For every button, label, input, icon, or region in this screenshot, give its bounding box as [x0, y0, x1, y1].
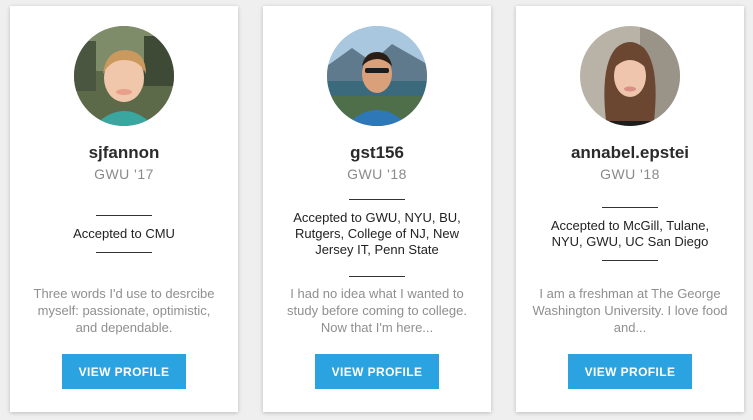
divider: [602, 260, 658, 261]
view-profile-button[interactable]: VIEW PROFILE: [315, 354, 439, 389]
view-profile-button[interactable]: VIEW PROFILE: [568, 354, 692, 389]
divider: [96, 252, 152, 253]
username: gst156: [350, 143, 404, 162]
profile-card-grid: sjfannon GWU '17 Accepted to CMU Three w…: [0, 0, 753, 420]
divider: [96, 215, 152, 216]
profile-bio: I am a freshman at The George Washington…: [532, 286, 728, 335]
profile-card: gst156 GWU '18 Accepted to GWU, NYU, BU,…: [263, 6, 491, 412]
avatar-photo: [327, 26, 427, 126]
divider: [349, 199, 405, 200]
profile-bio: I had no idea what I wanted to study bef…: [287, 286, 467, 335]
username: sjfannon: [88, 143, 160, 162]
divider: [349, 276, 405, 277]
view-profile-button[interactable]: VIEW PROFILE: [62, 354, 186, 389]
school-year: GWU '18: [347, 166, 407, 182]
school-year: GWU '18: [600, 166, 660, 182]
divider: [602, 207, 658, 208]
accepted-schools: Accepted to McGill, Tulane, NYU, GWU, UC…: [550, 218, 710, 249]
avatar[interactable]: [74, 26, 174, 126]
avatar-photo: [74, 26, 174, 126]
school-year: GWU '17: [94, 166, 154, 182]
profile-card: annabel.epstei GWU '18 Accepted to McGil…: [516, 6, 744, 412]
profile-card: sjfannon GWU '17 Accepted to CMU Three w…: [10, 6, 238, 412]
username: annabel.epstei: [570, 143, 690, 162]
avatar[interactable]: [327, 26, 427, 126]
profile-bio: Three words I'd use to desrcibe myself: …: [33, 286, 215, 335]
avatar[interactable]: [580, 26, 680, 126]
accepted-schools: Accepted to GWU, NYU, BU, Rutgers, Colle…: [293, 210, 461, 257]
avatar-photo: [580, 26, 680, 126]
accepted-schools: Accepted to CMU: [73, 226, 175, 241]
